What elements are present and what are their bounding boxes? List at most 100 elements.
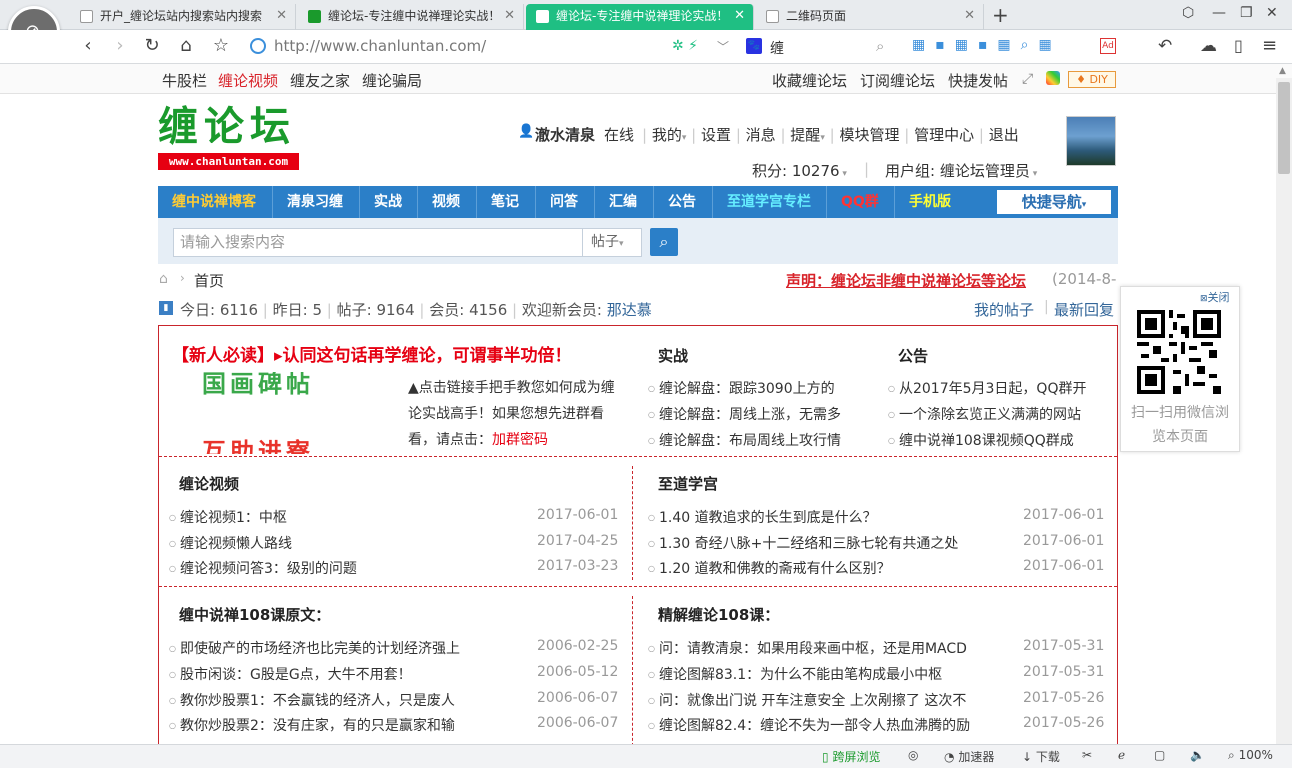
list-item[interactable]: 缠论视频懒人路线 (169, 533, 529, 553)
nav-zhidao[interactable]: 至道学宫专栏 (713, 186, 827, 218)
zoom-control[interactable]: ⌕ 100% (1228, 748, 1273, 763)
home-icon[interactable]: ⌂ (176, 35, 196, 57)
list-item[interactable]: 教你炒股票2：没有庄家，有的只是赢家和输 (169, 715, 529, 735)
nav-notes[interactable]: 笔记 (477, 186, 536, 218)
menu-reminder[interactable]: 提醒 (790, 126, 820, 144)
nav-video[interactable]: 视频 (418, 186, 477, 218)
close-icon[interactable]: ✕ (276, 4, 287, 28)
close-icon[interactable]: ✕ (734, 4, 745, 28)
reload-icon[interactable]: ↻ (142, 35, 162, 57)
bm-subscribe[interactable]: 订阅缠论坛 (860, 70, 935, 91)
home-icon[interactable]: ⌂ (159, 271, 168, 287)
menu-settings[interactable]: 设置 (701, 126, 731, 144)
tab-search[interactable]: 开户_缠论坛站内搜索站内搜索 ✕ (70, 4, 296, 30)
list-item[interactable]: 问：请教清泉：如果用段来画中枢，还是用MACD (648, 638, 1010, 658)
scrollbar-thumb[interactable] (1278, 82, 1290, 174)
newbie-title[interactable]: 【新人必读】▸认同这句话再学缠论，可谓事半功倍！ (172, 341, 572, 366)
username[interactable]: 澈水清泉 (535, 124, 595, 145)
quick-nav-button[interactable]: 快捷导航▾ (997, 190, 1111, 214)
points[interactable]: 积分: 10276 ▾ (752, 160, 847, 181)
accelerator-button[interactable]: ◔ 加速器 (944, 748, 994, 765)
list-item[interactable]: 缠中说禅108课视频QQ群成 (888, 430, 1110, 450)
new-tab-button[interactable]: + (992, 3, 1009, 27)
bm-scam[interactable]: 缠论骗局 (362, 70, 422, 91)
site-logo[interactable]: 缠论坛 (158, 104, 296, 150)
nav-mobile[interactable]: 手机版 (895, 186, 969, 218)
bm-niugulan[interactable]: 牛股栏 (162, 70, 207, 91)
palette-icon[interactable] (1046, 71, 1060, 85)
qr-close-button[interactable]: ⊠关闭 (1200, 289, 1230, 305)
chevron-down-icon[interactable]: ﹀ (717, 38, 729, 55)
restore-icon[interactable]: ❐ (1240, 5, 1253, 21)
breadcrumb-home[interactable]: 首页 (194, 270, 224, 291)
menu-messages[interactable]: 消息 (746, 126, 776, 144)
volume-icon[interactable]: 🔈 (1190, 748, 1205, 762)
list-item[interactable]: 教你炒股票1：不会赢钱的经济人，只是废人 (169, 690, 529, 710)
nav-notice[interactable]: 公告 (654, 186, 713, 218)
list-item[interactable]: 缠论视频1：中枢 (169, 507, 529, 527)
close-window-icon[interactable]: ✕ (1266, 5, 1278, 21)
list-item[interactable]: 缠论解盘：布局周线上攻行情 (648, 430, 870, 450)
phone-icon[interactable]: ▯ (1234, 36, 1243, 55)
url-input[interactable]: http://www.chanluntan.com/ (274, 37, 486, 55)
undo-icon[interactable]: ↶ (1158, 36, 1172, 56)
tab-chanluntan-1[interactable]: 缠论坛-专注缠中说禅理论实战！ ✕ (298, 4, 524, 30)
tab-qrcode[interactable]: 二维码页面 ✕ (756, 4, 984, 30)
shield-icon[interactable]: ◎ (908, 748, 918, 762)
nav-qa[interactable]: 问答 (536, 186, 595, 218)
list-item[interactable]: 缠论图解82.4：缠论不失为一部令人热血沸腾的励 (648, 715, 1010, 735)
fullscreen-icon[interactable]: ⤢ (1022, 71, 1033, 87)
nav-qingquan[interactable]: 清泉习缠 (273, 186, 360, 218)
list-item[interactable]: 问：就像出门说 开车注意安全 上次剐擦了 这次不 (648, 690, 1010, 710)
forward-icon[interactable]: › (110, 35, 130, 57)
download-button[interactable]: ↓ 下载 (1022, 748, 1060, 765)
search-button[interactable]: ⌕ (650, 228, 678, 256)
latest-replies-link[interactable]: 最新回复 (1054, 299, 1118, 320)
menu-logout[interactable]: 退出 (989, 126, 1019, 144)
star-icon[interactable]: ☆ (211, 35, 231, 57)
search-icon[interactable]: ⌕ (876, 37, 884, 55)
list-item[interactable]: 一个涤除玄览正义满满的网站 (888, 404, 1110, 424)
search-box[interactable]: 缠 (770, 38, 784, 58)
nav-blog[interactable]: 缠中说禅博客 (158, 186, 273, 218)
minimize-icon[interactable]: — (1212, 5, 1226, 21)
notice-link[interactable]: 声明：缠论坛非缠中说禅论坛等论坛 (786, 270, 1026, 291)
bm-friends[interactable]: 缠友之家 (290, 70, 350, 91)
menu-my[interactable]: 我的 (652, 126, 682, 144)
scrollbar[interactable] (1276, 78, 1292, 744)
back-icon[interactable]: ‹ (78, 35, 98, 57)
diy-button[interactable]: ♦ DIY (1068, 71, 1116, 88)
skin-icon[interactable]: ⬡ (1182, 5, 1194, 21)
extension-icons[interactable]: ▦▪▦▪▦⌕▦ (912, 37, 1062, 53)
menu-icon[interactable]: ≡ (1262, 35, 1277, 56)
list-item[interactable]: 缠论图解83.1：为什么不能由笔构成最小中枢 (648, 664, 1010, 684)
nav-qq[interactable]: QQ群 (827, 186, 895, 218)
list-item[interactable]: 1.40 道教追求的长生到底是什么？ (648, 507, 1008, 527)
list-item[interactable]: 1.20 道教和佛教的斋戒有什么区别？ (648, 558, 1008, 578)
promo-image[interactable]: 国画碑帖 互助进寮 (172, 372, 392, 454)
adblock-icon[interactable]: Ad (1100, 38, 1116, 54)
nav-compile[interactable]: 汇编 (595, 186, 654, 218)
speed-icon[interactable]: ✲ ⚡ (672, 38, 698, 54)
my-posts-link[interactable]: 我的帖子 (974, 299, 1034, 320)
list-item[interactable]: 1.30 奇经八脉+十二经络和三脉七轮有共通之处 (648, 533, 1008, 553)
cut-icon[interactable]: ✂ (1082, 748, 1092, 762)
list-item[interactable]: 缠论解盘：跟踪3090上方的 (648, 378, 870, 398)
list-item[interactable]: 即使破产的市场经济也比完美的计划经济强上 (169, 638, 529, 658)
window-icon[interactable]: ▢ (1154, 748, 1165, 762)
search-type-select[interactable]: 帖子▾ (582, 228, 642, 257)
list-item[interactable]: 股市闲谈：G股是G点，大牛不用套！ (169, 664, 529, 684)
scroll-up-icon[interactable]: ▲ (1279, 66, 1286, 76)
avatar[interactable] (1066, 116, 1116, 166)
list-item[interactable]: 从2017年5月3日起，QQ群开 (888, 378, 1110, 398)
list-item[interactable]: 缠论视频问答3：级别的问题 (169, 558, 529, 578)
search-input[interactable]: 请输入搜索内容 (173, 228, 583, 257)
close-icon[interactable]: ✕ (964, 4, 975, 28)
bm-video[interactable]: 缠论视频 (218, 70, 278, 91)
close-icon[interactable]: ✕ (504, 4, 515, 28)
list-item[interactable]: 缠论解盘：周线上涨，无需多 (648, 404, 870, 424)
menu-module-admin[interactable]: 模块管理 (839, 126, 899, 144)
cloud-icon[interactable]: ☁ (1200, 36, 1217, 56)
bm-quickpost[interactable]: 快捷发帖 (948, 70, 1008, 91)
tab-chanluntan-active[interactable]: 缠论坛-专注缠中说禅理论实战！ ✕ (526, 4, 754, 30)
